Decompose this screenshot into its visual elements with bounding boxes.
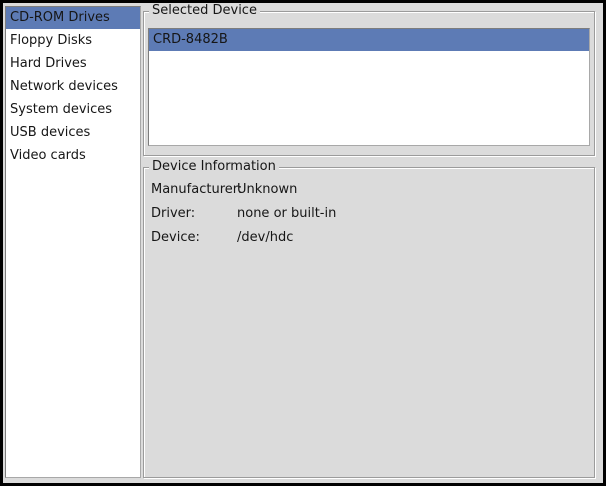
driver-value: none or built-in <box>237 202 336 226</box>
driver-label: Driver: <box>151 202 237 226</box>
hardware-browser-window: CD-ROM Drives Floppy Disks Hard Drives N… <box>0 0 606 486</box>
device-information-frame-title: Device Information <box>149 159 279 175</box>
device-category-list: CD-ROM Drives Floppy Disks Hard Drives N… <box>5 6 141 478</box>
selected-device-list: CRD-8482B <box>148 28 590 146</box>
sidebar-item-cdrom-drives[interactable]: CD-ROM Drives <box>6 7 140 29</box>
device-label: Device: <box>151 226 237 250</box>
device-information-rows: Manufacturer: Unknown Driver: none or bu… <box>151 178 590 250</box>
device-list-item-crd-8482b[interactable]: CRD-8482B <box>149 29 589 51</box>
sidebar-item-hard-drives[interactable]: Hard Drives <box>6 52 140 75</box>
selected-device-frame: Selected Device CRD-8482B <box>143 11 595 156</box>
device-information-frame: Device Information Manufacturer: Unknown… <box>143 167 595 478</box>
info-row-manufacturer: Manufacturer: Unknown <box>151 178 590 202</box>
info-row-driver: Driver: none or built-in <box>151 202 590 226</box>
sidebar-item-network-devices[interactable]: Network devices <box>6 75 140 98</box>
info-row-device: Device: /dev/hdc <box>151 226 590 250</box>
sidebar-item-floppy-disks[interactable]: Floppy Disks <box>6 29 140 52</box>
manufacturer-value: Unknown <box>237 178 297 202</box>
sidebar-item-system-devices[interactable]: System devices <box>6 98 140 121</box>
sidebar-item-video-cards[interactable]: Video cards <box>6 144 140 167</box>
sidebar-item-usb-devices[interactable]: USB devices <box>6 121 140 144</box>
device-value: /dev/hdc <box>237 226 293 250</box>
manufacturer-label: Manufacturer: <box>151 178 237 202</box>
selected-device-frame-title: Selected Device <box>149 3 260 19</box>
